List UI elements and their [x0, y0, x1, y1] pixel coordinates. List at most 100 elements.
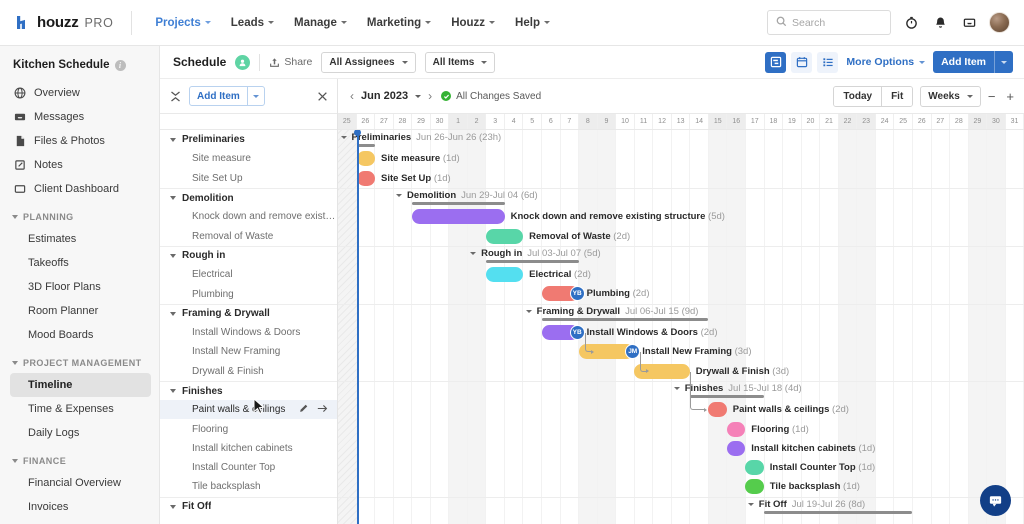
task-row[interactable]: Install Counter Top — [160, 458, 337, 477]
sidebar-item-notes[interactable]: Notes — [0, 153, 159, 177]
search-input[interactable] — [792, 16, 882, 29]
nav-item-houzz[interactable]: Houzz — [442, 11, 504, 35]
inbox-icon[interactable] — [960, 14, 978, 32]
share-button[interactable]: Share — [269, 56, 312, 68]
nav-item-manage[interactable]: Manage — [285, 11, 356, 35]
task-bar[interactable] — [486, 267, 524, 283]
task-row[interactable]: Install kitchen cabinets — [160, 439, 337, 458]
group-header[interactable]: Framing & Drywall Jul 06-Jul 15 (9d) — [525, 306, 698, 317]
nav-item-help[interactable]: Help — [506, 11, 559, 35]
sidebar-item-room-planner[interactable]: Room Planner — [0, 299, 159, 323]
more-options-dropdown[interactable]: More Options — [846, 56, 926, 68]
group-header[interactable]: Rough in Jul 03-Jul 07 (5d) — [470, 248, 601, 259]
nav-item-marketing[interactable]: Marketing — [358, 11, 440, 35]
arrow-right-icon[interactable] — [317, 404, 328, 416]
sidebar-item-financial-overview[interactable]: Financial Overview — [0, 471, 159, 495]
task-row[interactable]: Install New Framing — [160, 342, 337, 361]
task-bar[interactable] — [356, 170, 375, 186]
search-box[interactable] — [767, 10, 891, 35]
task-bar[interactable] — [486, 228, 524, 244]
task-bar[interactable] — [745, 460, 764, 476]
list-view-button[interactable] — [817, 51, 839, 73]
add-item-dropdown-toggle[interactable] — [248, 94, 264, 98]
zoom-out-button[interactable]: − — [988, 89, 996, 104]
task-bar[interactable] — [726, 440, 746, 456]
group-progress-bar[interactable] — [763, 510, 912, 514]
sidebar-item-messages[interactable]: Messages — [0, 105, 159, 129]
group-header[interactable]: Demolition Jun 29-Jul 04 (6d) — [396, 190, 538, 201]
sidebar-item-files-photos[interactable]: Files & Photos — [0, 129, 159, 153]
task-group-row[interactable]: Finishes — [160, 380, 337, 400]
zoom-in-button[interactable]: + — [1006, 89, 1014, 104]
task-row[interactable]: Flooring — [160, 419, 337, 438]
group-progress-bar[interactable] — [486, 259, 579, 263]
task-bar[interactable] — [356, 151, 375, 167]
sidebar-item-daily-logs[interactable]: Daily Logs — [0, 421, 159, 445]
task-group-row[interactable]: Rough in — [160, 245, 337, 265]
next-month-button[interactable]: › — [428, 89, 432, 103]
group-progress-bar[interactable] — [356, 144, 375, 147]
pencil-icon[interactable] — [299, 404, 308, 416]
task-row[interactable]: Plumbing — [160, 284, 337, 303]
assignees-filter-dropdown[interactable]: All Assignees — [321, 51, 416, 73]
task-row[interactable]: Removal of Waste — [160, 226, 337, 245]
sidebar-item-estimates[interactable]: Estimates — [0, 227, 159, 251]
sidebar-group-project-management[interactable]: PROJECT MANAGEMENT — [0, 347, 159, 373]
add-item-dropdown-toggle[interactable] — [995, 60, 1013, 64]
task-row[interactable]: Drywall & Finish — [160, 362, 337, 381]
task-bar[interactable] — [745, 479, 764, 495]
sidebar-item-time-expenses[interactable]: Time & Expenses — [0, 397, 159, 421]
task-group-row[interactable]: Framing & Drywall — [160, 303, 337, 323]
timer-icon[interactable] — [902, 14, 920, 32]
avatar[interactable] — [989, 12, 1010, 33]
sidebar-group-finance[interactable]: FINANCE — [0, 445, 159, 471]
chevron-down-icon[interactable] — [415, 94, 422, 98]
task-group-row[interactable]: Demolition — [160, 187, 337, 207]
task-row[interactable]: Paint walls & ceilings — [160, 400, 337, 420]
close-icon[interactable] — [317, 91, 328, 102]
task-group-row[interactable]: Fit Off — [160, 496, 337, 516]
schedule-status-badge[interactable] — [235, 54, 251, 70]
task-bar[interactable] — [412, 209, 505, 225]
add-item-button[interactable]: Add Item — [933, 51, 1013, 73]
gantt-view-button[interactable] — [765, 51, 787, 73]
task-bar[interactable] — [726, 421, 746, 437]
assignee-avatar[interactable]: YB — [569, 325, 585, 340]
task-row[interactable]: Site measure — [160, 149, 337, 168]
task-row[interactable]: Install Windows & Doors — [160, 323, 337, 342]
sidebar-item-takeoffs[interactable]: Takeoffs — [0, 251, 159, 275]
group-header[interactable]: Preliminaries Jun 26-Jun 26 (23h) — [340, 132, 501, 143]
items-filter-dropdown[interactable]: All Items — [424, 51, 496, 73]
assignee-avatar[interactable]: YB — [569, 286, 585, 302]
task-group-row[interactable]: Preliminaries — [160, 130, 337, 149]
sidebar-item-invoices[interactable]: Invoices — [0, 495, 159, 519]
task-row[interactable]: Tile backsplash — [160, 477, 337, 496]
sidebar-item-mood-boards[interactable]: Mood Boards — [0, 323, 159, 347]
gantt-chart[interactable]: Preliminaries Jun 26-Jun 26 (23h) Site mea… — [338, 130, 1024, 524]
task-row[interactable]: Site Set Up — [160, 169, 337, 188]
task-bar[interactable] — [708, 402, 727, 418]
nav-item-projects[interactable]: Projects — [146, 11, 219, 35]
group-header[interactable]: Fit Off Jul 19-Jul 26 (8d) — [747, 499, 865, 510]
chat-support-button[interactable] — [980, 485, 1011, 516]
task-row[interactable]: Knock down and remove existing str... — [160, 207, 337, 226]
add-item-button-panel[interactable]: Add Item — [189, 86, 265, 106]
group-progress-bar[interactable] — [541, 317, 709, 321]
prev-month-button[interactable]: ‹ — [350, 89, 354, 103]
scale-dropdown[interactable]: Weeks — [920, 85, 981, 107]
collapse-all-icon[interactable] — [170, 90, 181, 103]
calendar-view-button[interactable] — [791, 51, 813, 73]
task-row[interactable]: Electrical — [160, 265, 337, 284]
info-icon[interactable]: i — [114, 59, 126, 71]
nav-item-leads[interactable]: Leads — [222, 11, 283, 35]
fit-button[interactable]: Fit — [881, 86, 913, 106]
today-button[interactable]: Today — [834, 86, 882, 106]
sidebar-item-3d-floor-plans[interactable]: 3D Floor Plans — [0, 275, 159, 299]
sidebar-item-purchase-orders[interactable]: Purchase Orders — [0, 519, 159, 524]
sidebar-item-overview[interactable]: Overview — [0, 81, 159, 105]
sidebar-item-timeline[interactable]: Timeline — [10, 373, 151, 397]
bell-icon[interactable] — [931, 14, 949, 32]
sidebar-group-planning[interactable]: PLANNING — [0, 201, 159, 227]
sidebar-item-client-dashboard[interactable]: Client Dashboard — [0, 177, 159, 201]
houzz-pro-logo[interactable]: houzz PRO — [14, 14, 113, 31]
